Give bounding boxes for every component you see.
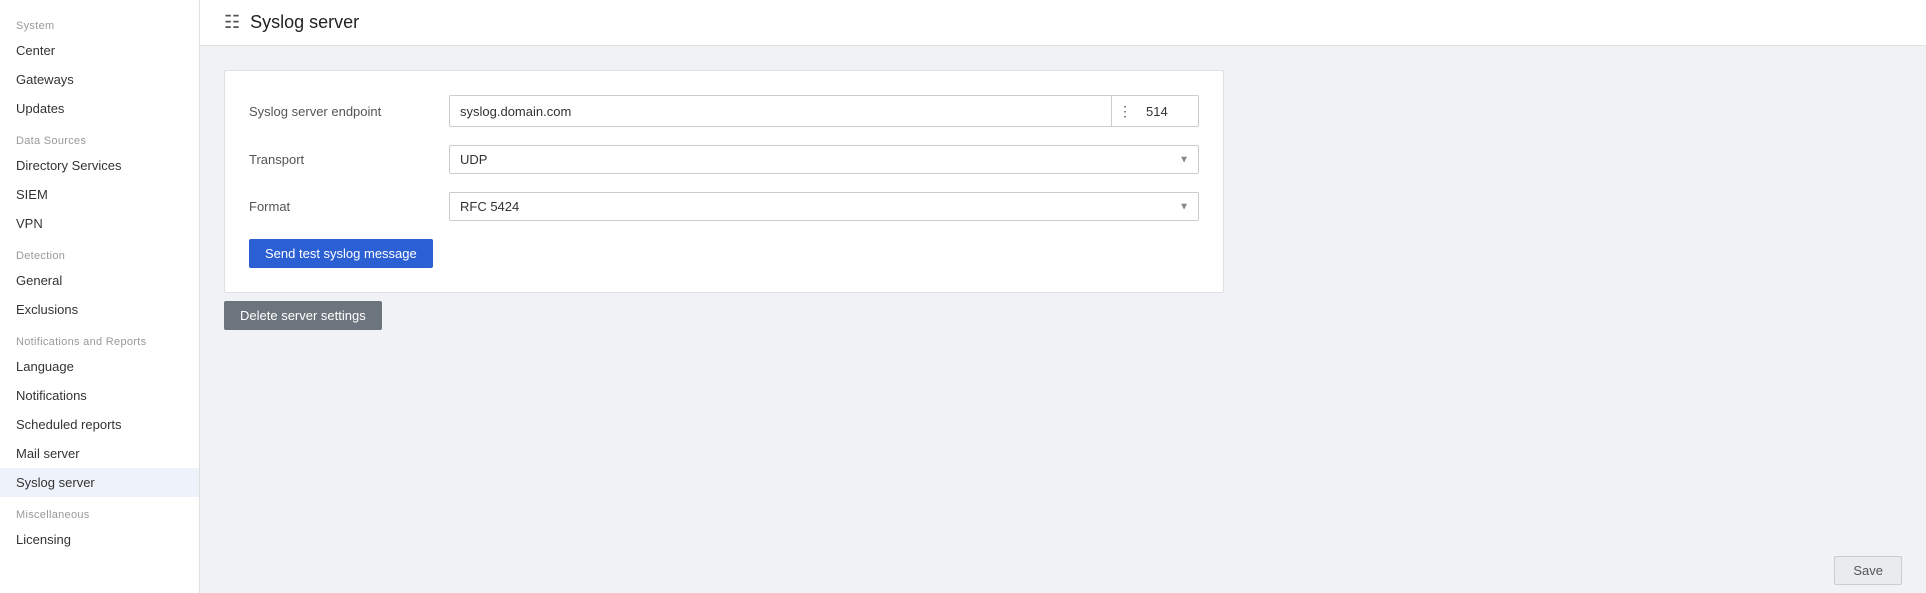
sidebar-item-directory-services[interactable]: Directory Services [0,151,199,180]
syslog-form-card: Syslog server endpoint ⋮ Transport [224,70,1224,293]
sidebar-section-label-notifications-and-reports: Notifications and Reports [0,324,199,352]
transport-field: UDP TCP TLS ▼ [449,145,1199,174]
sidebar-item-mail-server[interactable]: Mail server [0,439,199,468]
sidebar-item-notifications[interactable]: Notifications [0,381,199,410]
sidebar-item-licensing[interactable]: Licensing [0,525,199,554]
save-button[interactable]: Save [1834,556,1902,585]
delete-server-settings-button[interactable]: Delete server settings [224,301,382,330]
endpoint-field: ⋮ [449,95,1199,127]
transport-label: Transport [249,152,449,167]
sidebar-item-general[interactable]: General [0,266,199,295]
transport-row: Transport UDP TCP TLS ▼ [249,145,1199,174]
sidebar-section-label-data-sources: Data Sources [0,123,199,151]
transport-select-wrapper: UDP TCP TLS ▼ [449,145,1199,174]
sidebar-item-updates[interactable]: Updates [0,94,199,123]
sidebar-item-center[interactable]: Center [0,36,199,65]
page-header: ☷ Syslog server [200,0,1926,46]
sidebar-item-gateways[interactable]: Gateways [0,65,199,94]
port-input[interactable] [1138,98,1198,125]
endpoint-row: Syslog server endpoint ⋮ [249,95,1199,127]
form-actions: Send test syslog message [249,239,1199,268]
colon-separator: ⋮ [1112,103,1138,120]
format-select[interactable]: RFC 5424 RFC 3164 [449,192,1199,221]
sidebar-item-syslog-server[interactable]: Syslog server [0,468,199,497]
sidebar: SystemCenterGatewaysUpdatesData SourcesD… [0,0,200,593]
endpoint-label: Syslog server endpoint [249,104,449,119]
footer-bar: Save [200,548,1926,593]
sidebar-section-label-system: System [0,8,199,36]
endpoint-input[interactable] [450,98,1111,125]
delete-row: Delete server settings [224,301,1902,330]
sidebar-item-siem[interactable]: SIEM [0,180,199,209]
format-select-wrapper: RFC 5424 RFC 3164 ▼ [449,192,1199,221]
send-test-button[interactable]: Send test syslog message [249,239,433,268]
sidebar-item-language[interactable]: Language [0,352,199,381]
list-icon: ☷ [224,12,240,33]
endpoint-input-group: ⋮ [449,95,1199,127]
sidebar-section-label-miscellaneous: Miscellaneous [0,497,199,525]
format-field: RFC 5424 RFC 3164 ▼ [449,192,1199,221]
sidebar-section-label-detection: Detection [0,238,199,266]
content-area: Syslog server endpoint ⋮ Transport [200,46,1926,548]
sidebar-item-exclusions[interactable]: Exclusions [0,295,199,324]
sidebar-item-scheduled-reports[interactable]: Scheduled reports [0,410,199,439]
format-label: Format [249,199,449,214]
format-row: Format RFC 5424 RFC 3164 ▼ [249,192,1199,221]
main-content: ☷ Syslog server Syslog server endpoint ⋮ [200,0,1926,593]
sidebar-item-vpn[interactable]: VPN [0,209,199,238]
page-title: Syslog server [250,12,359,33]
transport-select[interactable]: UDP TCP TLS [449,145,1199,174]
